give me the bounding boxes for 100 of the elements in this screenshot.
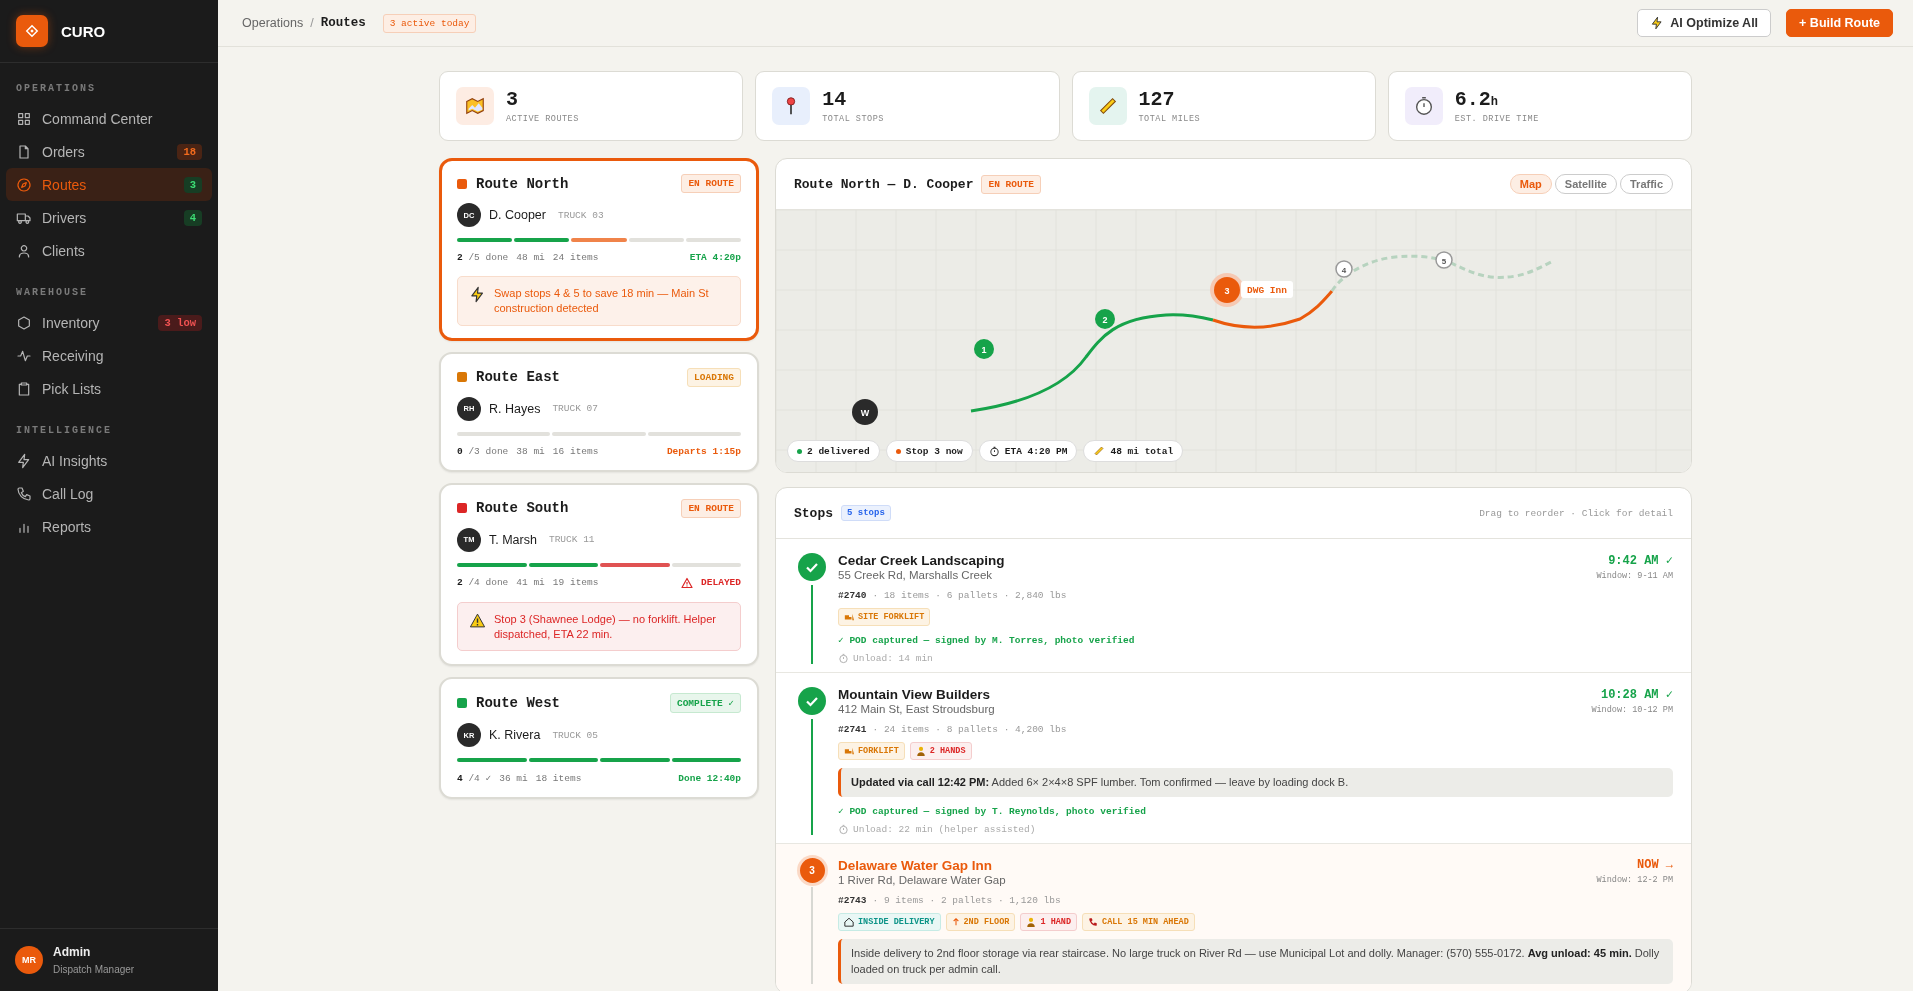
nav-item[interactable]: Orders 18 (6, 135, 212, 168)
call-note: Updated via call 12:42 PM: Added 6× 2×4×8 SPF lumber. Tom confirmed — leave by loading dock B. (838, 768, 1673, 797)
map-title: Route North — D. Cooper (794, 176, 974, 192)
view-tab[interactable]: Satellite (1554, 174, 1617, 194)
nav-item[interactable]: Clients (6, 234, 212, 267)
stop-name[interactable]: Mountain View Builders (838, 687, 995, 702)
user-name: Admin (53, 945, 92, 959)
stat-label: ACTIVE ROUTES (506, 113, 579, 124)
up-arrow-icon (951, 916, 960, 927)
pod-confirmation: ✓ POD captured — signed by T. Reynolds, photo verified (838, 804, 1147, 817)
eta-text: DELAYED (701, 577, 741, 589)
stat-label: EST. DRIVE TIME (1454, 113, 1539, 124)
stop-address: 55 Creek Rd, Marshalls Creek (838, 569, 994, 581)
stop-marker[interactable]: W (852, 399, 878, 425)
stop-marker[interactable]: 4 (1335, 260, 1353, 278)
count-badge: 4 (183, 209, 202, 226)
stop-time: NOW → (1636, 857, 1673, 872)
bolt-icon (1650, 16, 1665, 30)
order-number: #2743 (838, 894, 867, 906)
bolt-icon (469, 286, 486, 303)
tag-badge: SITE FORKLIFT (838, 608, 931, 626)
nav-item[interactable]: Call Log (6, 477, 212, 510)
stop-number: 3 (799, 857, 825, 883)
route-miles: 41 mi (516, 577, 545, 589)
done-count: 0 /3 done (457, 445, 509, 457)
ruler-icon (1093, 445, 1106, 457)
person-icon (1026, 916, 1037, 927)
phone-icon (16, 485, 32, 502)
truck-label: TRUCK 03 (558, 209, 604, 221)
optimize-button[interactable]: AI Optimize All (1637, 9, 1772, 37)
route-items: 18 items (535, 772, 582, 784)
hint-text: Drag to reorder · Click for detail (1479, 507, 1673, 519)
stat-value: 127 (1138, 88, 1176, 111)
route-items: 19 items (552, 577, 599, 589)
stat-value: 14 (822, 88, 848, 111)
route-name: Route West (476, 695, 560, 712)
stops-title: Stops (794, 505, 833, 521)
nav-item[interactable]: Reports (6, 510, 212, 543)
document-icon (16, 143, 32, 160)
order-number: #2740 (838, 590, 867, 601)
call-note: Inside delivery to 2nd floor storage via rear staircase. No large truck on River Rd — use Municipal Lot and dolly. Manager: (570) 555-0172. Avg unload: 45 min. Dolly loaded on truck per admin call. (838, 938, 1673, 984)
view-tab[interactable]: Traffic (1620, 174, 1673, 194)
tag-badge: 1 HAND (1020, 912, 1078, 931)
stop-marker[interactable]: 5 (1435, 251, 1453, 269)
status-badge: 3 active today (382, 13, 477, 33)
order-details: · 9 items · 2 pallets · 1,120 lbs (872, 894, 1061, 906)
breadcrumb-link[interactable]: Operations (242, 16, 304, 30)
done-count: 2 /5 done (457, 252, 509, 263)
person-icon (16, 242, 32, 259)
driver-name: D. Cooper (489, 208, 546, 222)
nav-item[interactable]: Command Center (6, 102, 212, 135)
legend-chip: ETA 4:20 PM (978, 440, 1078, 462)
section-title: INTELLIGENCE (15, 424, 113, 438)
route-miles: 38 mi (516, 445, 545, 457)
nav-item[interactable]: AI Insights (6, 444, 212, 477)
time-window: Window: 9-11 AM (1596, 571, 1673, 581)
clipboard-icon (16, 380, 32, 397)
stop-name[interactable]: Cedar Creek Landscaping (838, 553, 1005, 568)
status-badge: COMPLETE ✓ (669, 693, 741, 714)
grid-icon (16, 110, 32, 127)
person-icon (915, 746, 926, 756)
nav-item[interactable]: Routes 3 (6, 168, 212, 201)
count-badge: 18 (177, 143, 202, 160)
stop-row[interactable] (776, 843, 1691, 991)
build-route-button[interactable]: + Build Route (1786, 9, 1893, 37)
stat-value: 3 (506, 88, 519, 111)
status-badge: EN ROUTE (681, 498, 741, 518)
brand-name: CURO (61, 22, 106, 40)
time-window: Window: 10-12 PM (1591, 705, 1673, 715)
section-title: OPERATIONS (15, 82, 97, 96)
route-name: Route East (476, 369, 560, 386)
status-badge: LOADING (687, 367, 741, 387)
nav-item[interactable]: Pick Lists (6, 372, 212, 405)
logo-icon (16, 15, 48, 47)
driver-name: T. Marsh (489, 532, 537, 547)
tag-badge: FORKLIFT (838, 742, 905, 760)
tag-badge: CALL 15 MIN AHEAD (1082, 912, 1195, 931)
stop-marker[interactable]: 3 (1210, 273, 1244, 307)
tag-badge: INSIDE DELIVERY (838, 912, 941, 931)
truck-label: TRUCK 07 (552, 403, 598, 415)
phone-icon (1088, 916, 1099, 927)
nav-item[interactable]: Receiving (6, 339, 212, 372)
forklift-icon (844, 612, 854, 622)
eta-text: Departs 1:15p (666, 445, 741, 457)
tag-badge: 2ND FLOOR (945, 912, 1016, 931)
breadcrumb-current: Routes (320, 16, 366, 30)
marker-label: DWG Inn (1241, 281, 1293, 298)
stop-time: 10:28 AM ✓ (1599, 687, 1673, 702)
done-count: 4 /4 ✓ (457, 772, 492, 785)
breadcrumb-separator: / (310, 16, 314, 30)
eta-text: Done 12:40p (678, 772, 741, 784)
nav-item[interactable]: Inventory 3 low (6, 306, 212, 339)
pod-confirmation: ✓ POD captured — signed by M. Torres, photo verified (838, 634, 1136, 646)
tag-badge: 2 HANDS (909, 742, 972, 760)
status-badge: EN ROUTE (681, 174, 741, 193)
section-title: WAREHOUSE (15, 286, 89, 300)
stop-address: 412 Main St, East Stroudsburg (838, 703, 995, 715)
nav-item[interactable]: Drivers 4 (6, 201, 212, 234)
unload-time: Unload: 22 min (helper assisted) (853, 823, 1036, 835)
bolt-icon (16, 452, 32, 469)
